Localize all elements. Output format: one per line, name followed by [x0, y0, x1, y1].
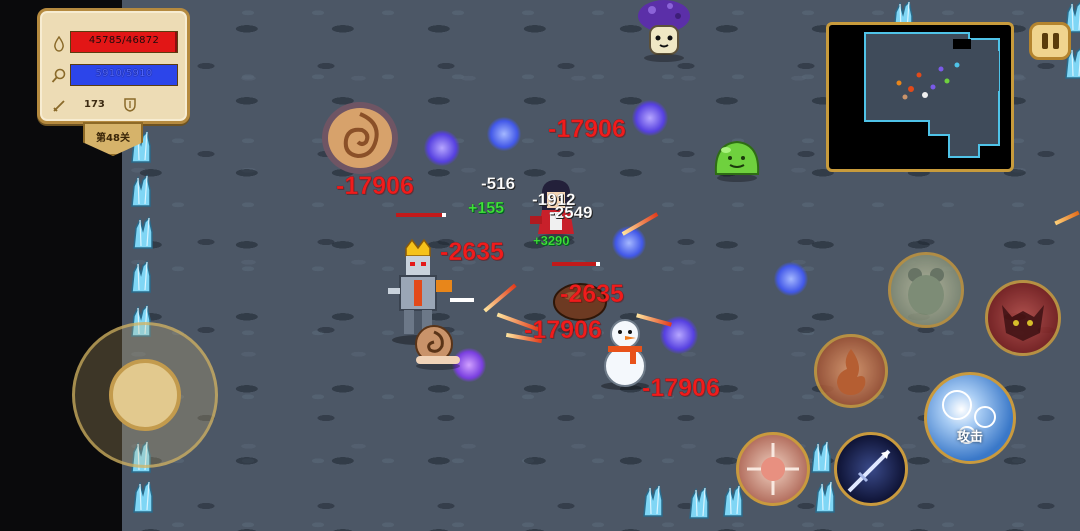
mushroom-enemy[interactable] — [634, 0, 694, 62]
skill-bear-button[interactable] — [888, 252, 964, 328]
minimap-layout — [864, 32, 1000, 158]
ice-crystal — [812, 480, 838, 514]
damage-number: -2549 — [549, 203, 593, 223]
damage-number: -2635 — [560, 280, 624, 309]
pause-icon — [1052, 33, 1059, 49]
drop-icon — [50, 35, 68, 53]
spear-icon — [847, 449, 891, 493]
attack-value: 173 — [84, 99, 105, 110]
damage-number: -17906 — [336, 172, 414, 201]
mp-row — [50, 67, 68, 85]
sword-icon — [50, 97, 68, 115]
ice-crystal — [808, 440, 834, 474]
damage-number: -2635 — [440, 238, 504, 267]
skill-demon-button[interactable] — [985, 280, 1061, 356]
mp-bar: 5910/5910 — [70, 64, 178, 86]
pause-button[interactable] — [1029, 22, 1071, 60]
energy-orb — [424, 130, 460, 166]
joystick-knob[interactable] — [109, 359, 181, 431]
bubble-icon — [942, 390, 996, 444]
enemy-health-bar — [396, 213, 446, 217]
shield-icon — [124, 97, 136, 116]
search-icon — [50, 67, 68, 85]
attack-button[interactable]: 攻击 — [924, 372, 1016, 464]
energy-orb — [632, 100, 668, 136]
hp-row — [50, 35, 68, 53]
skill-spear-button[interactable] — [834, 432, 908, 506]
attack-label: 攻击 — [956, 430, 983, 445]
damage-number: +3290 — [533, 233, 570, 249]
player-status-panel: 45785/46872 5910/5910 173 — [37, 8, 190, 124]
flame-icon — [837, 349, 866, 395]
damage-number: -17906 — [548, 115, 626, 144]
pause-icon — [1041, 33, 1048, 49]
damage-number: -516 — [481, 174, 516, 194]
damage-number: +155 — [468, 200, 505, 218]
demon-icon — [1002, 305, 1044, 341]
energy-orb — [487, 117, 521, 151]
ice-crystal — [128, 174, 154, 208]
damage-number: -17906 — [642, 374, 720, 403]
hp-value: 45785/46872 — [88, 35, 160, 46]
minimap[interactable] — [826, 22, 1014, 172]
ice-crystal — [128, 260, 154, 294]
ice-crystal — [686, 486, 712, 520]
enemy-health-bar — [450, 298, 474, 302]
damage-number: -17906 — [524, 316, 602, 345]
snail-enemy[interactable] — [412, 322, 464, 370]
hero-health-bar — [552, 262, 600, 266]
ice-crystal — [130, 480, 156, 514]
energy-orb — [774, 262, 808, 296]
skill-burst-button[interactable] — [736, 432, 810, 506]
level-label: 第48关 — [96, 133, 130, 144]
green-slime-enemy[interactable] — [712, 138, 762, 182]
ice-crystal — [130, 216, 156, 250]
hp-bar: 45785/46872 — [70, 31, 178, 53]
wheel-enemy[interactable] — [318, 98, 402, 178]
virtual-joystick[interactable] — [72, 322, 218, 468]
burst-icon — [747, 443, 799, 495]
mp-value: 5910/5910 — [95, 68, 153, 79]
skill-fire-button[interactable] — [814, 334, 888, 408]
bear-icon — [908, 268, 944, 315]
attack-row — [50, 97, 68, 115]
ice-crystal — [640, 484, 666, 518]
